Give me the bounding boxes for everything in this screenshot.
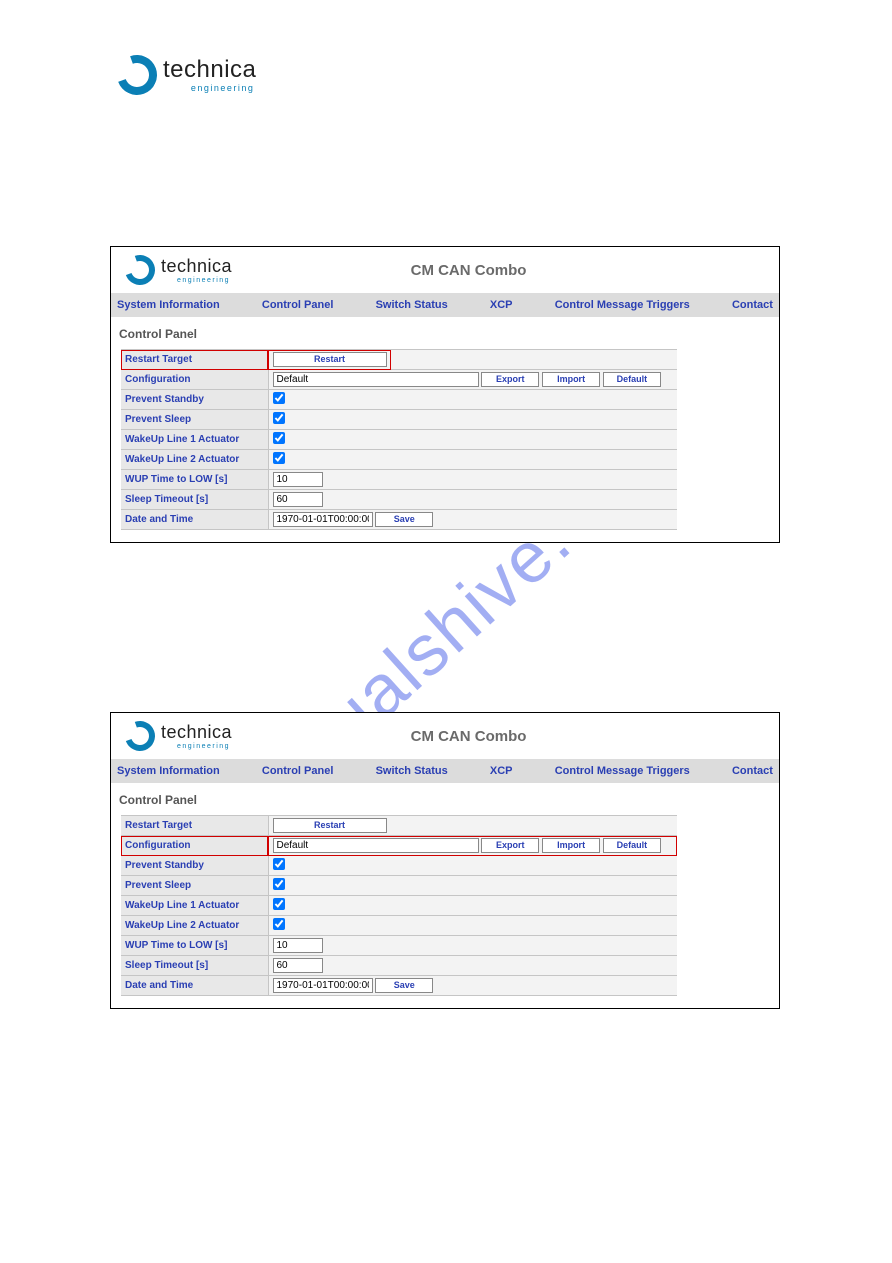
wup-time-input[interactable] — [273, 938, 323, 953]
nav-switch-status[interactable]: Switch Status — [376, 765, 448, 777]
row-configuration: Configuration Export Import Default — [121, 836, 677, 856]
label-wakeup-line-1: WakeUp Line 1 Actuator — [121, 896, 268, 916]
technica-swoosh-icon — [125, 721, 155, 751]
logo-tagline: engineering — [163, 84, 256, 93]
configuration-input[interactable] — [273, 838, 479, 853]
label-prevent-standby: Prevent Standby — [121, 856, 268, 876]
prevent-standby-checkbox[interactable] — [273, 392, 285, 404]
page-logo: technica engineering — [117, 55, 256, 95]
wup-time-input[interactable] — [273, 472, 323, 487]
row-wakeup-line-1: WakeUp Line 1 Actuator — [121, 430, 677, 450]
import-button[interactable]: Import — [542, 838, 600, 853]
app-title: CM CAN Combo — [172, 728, 765, 745]
label-prevent-sleep: Prevent Sleep — [121, 876, 268, 896]
export-button[interactable]: Export — [481, 838, 539, 853]
section-title: Control Panel — [111, 317, 779, 349]
default-button[interactable]: Default — [603, 838, 661, 853]
configuration-input[interactable] — [273, 372, 479, 387]
row-date-time: Date and Time Save — [121, 510, 677, 530]
nav-xcp[interactable]: XCP — [490, 765, 513, 777]
save-button[interactable]: Save — [375, 978, 433, 993]
nav-control-message-triggers[interactable]: Control Message Triggers — [555, 299, 690, 311]
panel-header: technica engineering CM CAN Combo — [111, 247, 779, 293]
label-wakeup-line-2: WakeUp Line 2 Actuator — [121, 450, 268, 470]
row-wakeup-line-2: WakeUp Line 2 Actuator — [121, 916, 677, 936]
wakeup-line-1-checkbox[interactable] — [273, 432, 285, 444]
row-restart-target: Restart Target Restart — [121, 816, 677, 836]
label-wakeup-line-2: WakeUp Line 2 Actuator — [121, 916, 268, 936]
label-date-time: Date and Time — [121, 976, 268, 996]
save-button[interactable]: Save — [375, 512, 433, 527]
section-title: Control Panel — [111, 783, 779, 815]
row-sleep-timeout: Sleep Timeout [s] — [121, 490, 677, 510]
label-prevent-standby: Prevent Standby — [121, 390, 268, 410]
wakeup-line-2-checkbox[interactable] — [273, 918, 285, 930]
date-time-input[interactable] — [273, 512, 373, 527]
settings-table: Restart Target Restart Configuration Exp… — [121, 815, 677, 996]
nav-xcp[interactable]: XCP — [490, 299, 513, 311]
sleep-timeout-input[interactable] — [273, 958, 323, 973]
export-button[interactable]: Export — [481, 372, 539, 387]
row-prevent-standby: Prevent Standby — [121, 856, 677, 876]
prevent-sleep-checkbox[interactable] — [273, 412, 285, 424]
label-wup-time: WUP Time to LOW [s] — [121, 470, 268, 490]
technica-swoosh-icon — [125, 255, 155, 285]
row-sleep-timeout: Sleep Timeout [s] — [121, 956, 677, 976]
import-button[interactable]: Import — [542, 372, 600, 387]
logo-brand: technica — [163, 58, 256, 82]
row-prevent-sleep: Prevent Sleep — [121, 410, 677, 430]
row-wakeup-line-1: WakeUp Line 1 Actuator — [121, 896, 677, 916]
nav-control-message-triggers[interactable]: Control Message Triggers — [555, 765, 690, 777]
wakeup-line-1-checkbox[interactable] — [273, 898, 285, 910]
label-sleep-timeout: Sleep Timeout [s] — [121, 490, 268, 510]
nav-contact[interactable]: Contact — [732, 299, 773, 311]
label-restart-target: Restart Target — [121, 350, 268, 370]
screenshot-panel-1: technica engineering CM CAN Combo System… — [110, 246, 780, 543]
restart-button[interactable]: Restart — [273, 818, 387, 833]
nav-system-information[interactable]: System Information — [117, 765, 220, 777]
row-date-time: Date and Time Save — [121, 976, 677, 996]
nav-contact[interactable]: Contact — [732, 765, 773, 777]
restart-button[interactable]: Restart — [273, 352, 387, 367]
label-prevent-sleep: Prevent Sleep — [121, 410, 268, 430]
nav-switch-status[interactable]: Switch Status — [376, 299, 448, 311]
label-configuration: Configuration — [121, 836, 268, 856]
logo-text: technica engineering — [163, 58, 256, 93]
default-button[interactable]: Default — [603, 372, 661, 387]
nav-control-panel[interactable]: Control Panel — [262, 299, 334, 311]
row-wup-time: WUP Time to LOW [s] — [121, 470, 677, 490]
row-prevent-sleep: Prevent Sleep — [121, 876, 677, 896]
nav-system-information[interactable]: System Information — [117, 299, 220, 311]
wakeup-line-2-checkbox[interactable] — [273, 452, 285, 464]
row-wup-time: WUP Time to LOW [s] — [121, 936, 677, 956]
sleep-timeout-input[interactable] — [273, 492, 323, 507]
technica-swoosh-icon — [117, 55, 157, 95]
row-prevent-standby: Prevent Standby — [121, 390, 677, 410]
prevent-standby-checkbox[interactable] — [273, 858, 285, 870]
label-wup-time: WUP Time to LOW [s] — [121, 936, 268, 956]
panel-header: technica engineering CM CAN Combo — [111, 713, 779, 759]
app-title: CM CAN Combo — [172, 262, 765, 279]
settings-table: Restart Target Restart Configuration Exp… — [121, 349, 677, 530]
screenshot-panel-2: technica engineering CM CAN Combo System… — [110, 712, 780, 1009]
row-configuration: Configuration Export Import Default — [121, 370, 677, 390]
navbar: System Information Control Panel Switch … — [111, 759, 779, 783]
date-time-input[interactable] — [273, 978, 373, 993]
label-sleep-timeout: Sleep Timeout [s] — [121, 956, 268, 976]
label-restart-target: Restart Target — [121, 816, 268, 836]
prevent-sleep-checkbox[interactable] — [273, 878, 285, 890]
label-date-time: Date and Time — [121, 510, 268, 530]
row-wakeup-line-2: WakeUp Line 2 Actuator — [121, 450, 677, 470]
row-restart-target: Restart Target Restart — [121, 350, 677, 370]
label-configuration: Configuration — [121, 370, 268, 390]
navbar: System Information Control Panel Switch … — [111, 293, 779, 317]
label-wakeup-line-1: WakeUp Line 1 Actuator — [121, 430, 268, 450]
nav-control-panel[interactable]: Control Panel — [262, 765, 334, 777]
